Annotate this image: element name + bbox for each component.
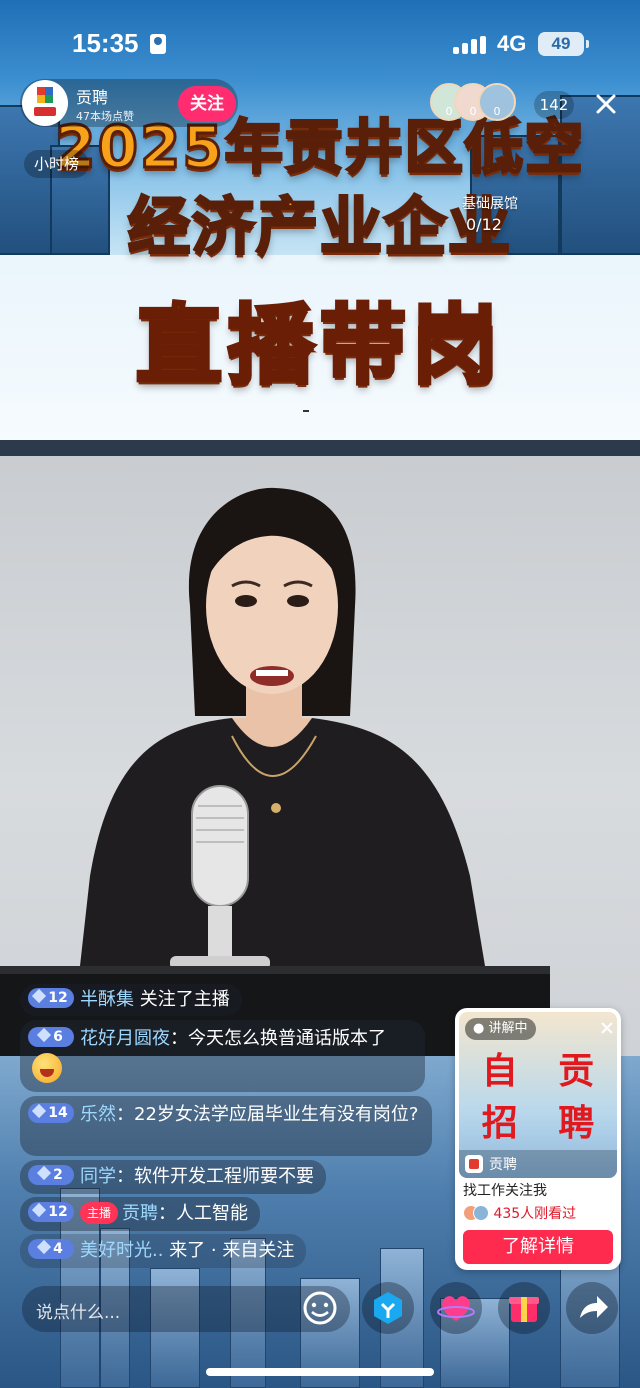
recruitment-promo-card[interactable]: ● 讲解中 自 贡 招 聘 贡聘 找工作关注我 435人刚看过 了解详情 xyxy=(455,1008,621,1270)
viewer-total[interactable]: 142 xyxy=(534,91,574,119)
promo-brand-name: 贡聘 xyxy=(489,1157,517,1173)
fan-icon xyxy=(374,1292,402,1324)
fan-club-button[interactable] xyxy=(362,1282,414,1334)
hall-label[interactable]: 基础展馆 xyxy=(462,193,518,213)
chat-message[interactable]: 12 主播 贡聘：人工智能 xyxy=(20,1197,261,1231)
brand-logo-icon xyxy=(465,1155,483,1173)
chat-separator: ： xyxy=(158,1203,177,1224)
banner-title-line-2: 经济产业企业 xyxy=(126,189,512,265)
chat-text: 来了 · 来自关注 xyxy=(169,1240,295,1261)
chat-user: 花好月圆夜 xyxy=(80,1028,170,1049)
banner-separator xyxy=(0,440,640,456)
chat-separator: ： xyxy=(116,1104,134,1125)
promo-image[interactable]: ● 讲解中 自 贡 招 聘 贡聘 xyxy=(459,1012,617,1178)
promo-title: 自 贡 招 聘 xyxy=(481,1051,609,1144)
laughing-emoji-icon xyxy=(32,1053,62,1083)
status-bar: 15:35 4G 49 xyxy=(0,0,640,88)
gift-button[interactable] xyxy=(498,1282,550,1334)
level-badge: 6 xyxy=(28,1027,74,1047)
host-logo-icon xyxy=(34,87,56,116)
level-badge: 2 xyxy=(28,1165,74,1185)
chat-user: 美好时光.. xyxy=(80,1240,164,1261)
host-tag: 主播 xyxy=(80,1202,119,1224)
chat-message[interactable]: 12 半酥集 关注了主播 xyxy=(20,984,242,1016)
level-badge: 12 xyxy=(28,988,74,1008)
viewer-count: 0 xyxy=(445,105,453,118)
viewer-count: 0 xyxy=(493,105,501,118)
chat-text: 人工智能 xyxy=(176,1203,249,1224)
chat-user: 贡聘 xyxy=(122,1203,159,1224)
gem-icon xyxy=(37,1165,52,1181)
chat-message[interactable]: 4 美好时光.. 来了 · 来自关注 xyxy=(20,1234,307,1268)
chat-user: 乐然 xyxy=(80,1104,116,1125)
chat-separator: ： xyxy=(170,1028,188,1049)
banner-title-line-3: 直播带岗 xyxy=(134,294,504,398)
host-name: 贡聘 xyxy=(76,88,109,107)
chat-text: 关注了主播 xyxy=(139,989,230,1010)
like-button[interactable] xyxy=(430,1282,482,1334)
status-time: 15:35 xyxy=(72,28,139,58)
chat-text: 今天怎么换普通话版本了 xyxy=(188,1028,386,1049)
home-indicator[interactable] xyxy=(206,1368,434,1376)
chat-user: 同学 xyxy=(80,1166,116,1187)
network-label: 4G xyxy=(497,31,527,56)
live-explaining-badge: ● 讲解中 xyxy=(465,1018,536,1040)
chat-text: 软件开发工程师要不要 xyxy=(134,1166,314,1187)
promo-viewers: 435人刚看过 xyxy=(463,1203,576,1223)
gem-icon xyxy=(32,1103,47,1119)
presenter-video-image xyxy=(0,487,550,1056)
chat-message[interactable]: 6 花好月圆夜：今天怎么换普通话版本了 xyxy=(20,1020,425,1092)
emoji-icon[interactable] xyxy=(300,1288,340,1328)
promo-subtitle: 找工作关注我 xyxy=(463,1183,547,1199)
share-icon xyxy=(580,1296,608,1318)
follow-button[interactable]: 关注 xyxy=(178,86,236,122)
banner-divider xyxy=(303,410,309,412)
chat-user: 半酥集 xyxy=(80,989,134,1010)
signal-icon xyxy=(453,36,487,54)
level-badge: 12 xyxy=(28,1202,74,1222)
battery-icon: 49 xyxy=(538,32,589,56)
chat-message[interactable]: 14 乐然：22岁女法学应届毕业生有没有岗位? xyxy=(20,1096,432,1156)
heart-icon xyxy=(437,1296,475,1321)
chat-message[interactable]: 2 同学：软件开发工程师要不要 xyxy=(20,1160,326,1194)
gem-icon xyxy=(32,988,47,1004)
close-icon[interactable] xyxy=(599,1020,615,1036)
close-icon[interactable] xyxy=(592,90,620,118)
viewer-avatar-icon xyxy=(473,1205,489,1221)
host-likes: 47本场点赞 xyxy=(76,110,134,123)
host-avatar[interactable] xyxy=(22,80,68,126)
hall-count: 0/12 xyxy=(466,215,502,234)
gift-icon xyxy=(509,1297,539,1322)
level-badge: 4 xyxy=(28,1239,74,1259)
comment-placeholder: 说点什么... xyxy=(36,1303,121,1323)
share-button[interactable] xyxy=(566,1282,618,1334)
gem-icon xyxy=(37,1239,52,1255)
chat-text: 22岁女法学应届毕业生有没有岗位? xyxy=(134,1104,419,1125)
learn-more-button[interactable]: 了解详情 xyxy=(463,1230,613,1264)
hourly-rank-button[interactable]: 小时榜 xyxy=(24,150,90,178)
level-badge: 14 xyxy=(28,1103,74,1123)
gem-icon xyxy=(32,1202,47,1218)
viewer-count: 0 xyxy=(469,105,477,118)
viewer-avatars[interactable]: 0 0 0 xyxy=(430,83,518,123)
promo-brand-bar: 贡聘 xyxy=(459,1150,617,1178)
chat-separator: ： xyxy=(116,1166,134,1187)
person-icon xyxy=(150,34,166,54)
gem-icon xyxy=(37,1027,52,1043)
